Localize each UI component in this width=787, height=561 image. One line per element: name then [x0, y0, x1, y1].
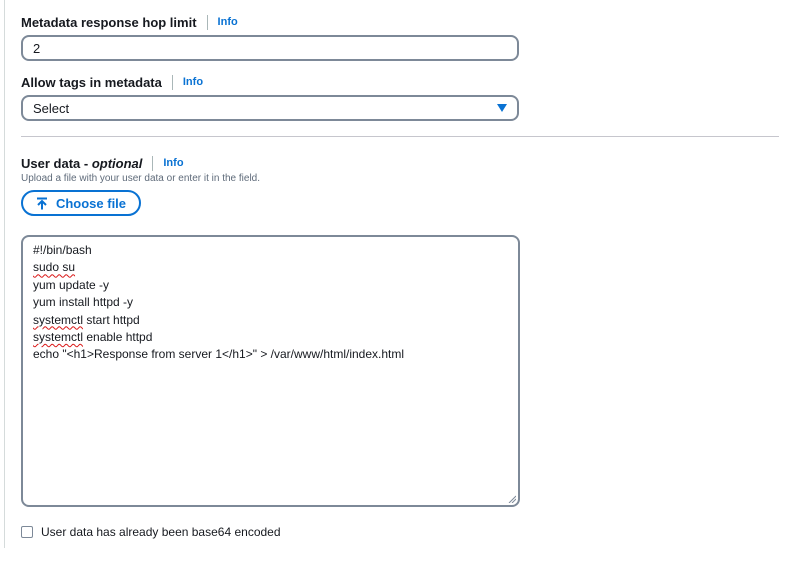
upload-arrow-icon: [36, 197, 47, 209]
base64-encoded-row[interactable]: User data has already been base64 encode…: [21, 525, 281, 539]
user-data-textarea[interactable]: #!/bin/bash sudo su yum update -y yum insta…: [21, 235, 520, 507]
code-text: yum update -y: [33, 277, 110, 292]
hop-limit-label: Metadata response hop limit: [21, 14, 197, 30]
hop-limit-label-row: Metadata response hop limit Info: [21, 13, 238, 31]
label-separator: [152, 155, 154, 171]
code-line: sudo su: [33, 259, 508, 276]
hop-limit-input[interactable]: 2: [21, 35, 519, 61]
tags-metadata-info-link[interactable]: Info: [183, 76, 203, 88]
code-line: yum update -y: [33, 277, 508, 294]
code-line: #!/bin/bash: [33, 242, 508, 259]
section-divider: [21, 136, 779, 137]
code-text: enable httpd: [83, 329, 153, 344]
choose-file-button[interactable]: Choose file: [21, 190, 141, 216]
misspelled-word: systemctl: [33, 312, 84, 327]
base64-encoded-checkbox[interactable]: [21, 526, 33, 538]
tags-metadata-label: Allow tags in metadata: [21, 74, 162, 90]
resize-handle-icon[interactable]: [508, 495, 516, 503]
tags-metadata-label-row: Allow tags in metadata Info: [21, 73, 203, 91]
base64-encoded-label: User data has already been base64 encode…: [41, 525, 281, 539]
user-data-code: #!/bin/bash sudo su yum update -y yum insta…: [33, 242, 508, 364]
code-line: yum install httpd -y: [33, 294, 508, 311]
left-panel-rule: [4, 0, 5, 548]
code-line: echo "<h1>Response from server 1</h1>" >…: [33, 346, 508, 363]
optional-tag: optional: [91, 155, 143, 171]
code-text: #!/bin/bash: [33, 243, 92, 257]
code-text: yum install httpd -y: [33, 295, 134, 310]
tags-metadata-selected-value: Select: [33, 100, 70, 116]
code-text: echo "<h1>Response from server 1</h1>" >…: [33, 347, 405, 362]
label-separator: [171, 74, 173, 90]
hop-limit-value: 2: [33, 40, 41, 56]
choose-file-label: Choose file: [55, 195, 127, 211]
user-data-description: Upload a file with your user data or ent…: [21, 173, 261, 184]
tags-metadata-select[interactable]: Select: [21, 95, 519, 121]
label-separator: [206, 14, 208, 30]
user-data-label: User data - optional: [21, 155, 143, 171]
user-data-info-link[interactable]: Info: [163, 157, 183, 169]
misspelled-word: systemctl: [33, 329, 84, 344]
hop-limit-info-link[interactable]: Info: [218, 16, 238, 28]
code-line: systemctl enable httpd: [33, 329, 508, 346]
code-text: start httpd: [83, 312, 140, 327]
misspelled-word: sudo su: [33, 260, 76, 275]
code-line: systemctl start httpd: [33, 312, 508, 329]
caret-down-icon: [497, 104, 507, 112]
user-data-label-row: User data - optional Info: [21, 154, 184, 172]
